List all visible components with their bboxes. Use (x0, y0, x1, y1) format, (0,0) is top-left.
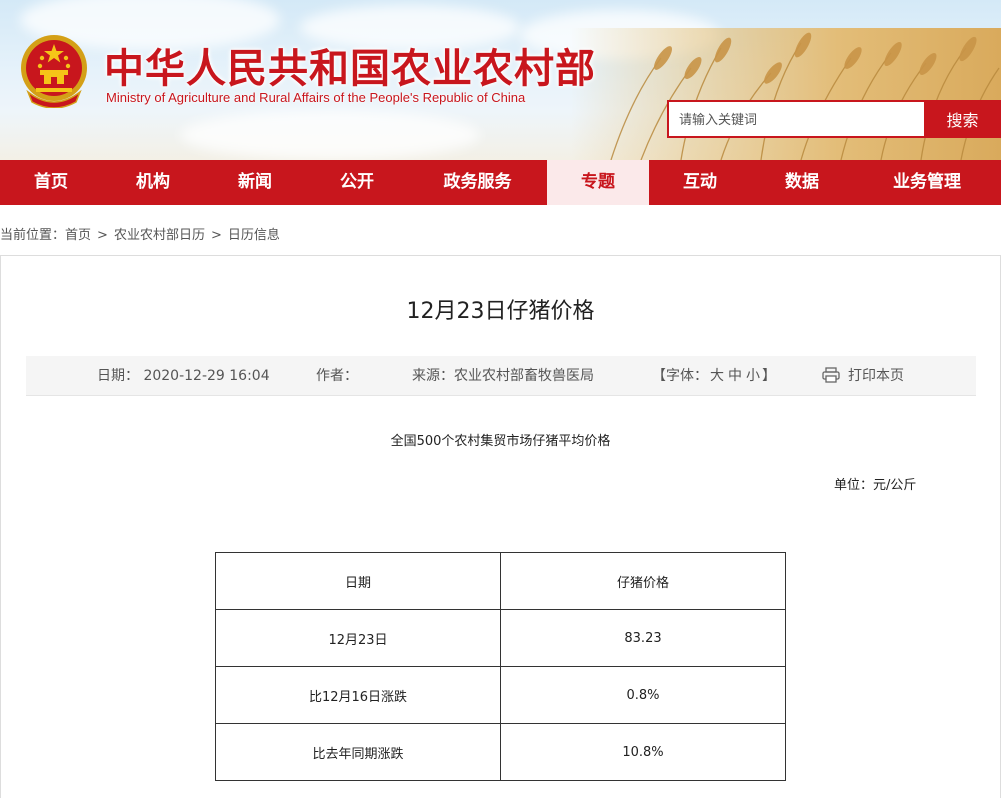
nav-item-business-management[interactable]: 业务管理 (853, 160, 1001, 205)
table-header-cell: 仔猪价格 (500, 552, 786, 610)
table-caption: 全国500个农村集贸市场仔猪平均价格 (390, 434, 611, 449)
font-size-suffix: 】 (762, 368, 776, 384)
print-page-label: 打印本页 (848, 368, 904, 384)
table-cell: 83.23 (500, 609, 786, 667)
font-size-control: 【字体：大中小】 (652, 356, 776, 396)
search-input[interactable] (667, 100, 924, 138)
print-page-button[interactable]: 打印本页 (822, 356, 904, 396)
table-row: 比12月16日涨跌 0.8% (215, 666, 786, 724)
table-row: 12月23日 83.23 (215, 609, 786, 667)
table-cell: 0.8% (500, 666, 786, 724)
nav-item-interaction[interactable]: 互动 (649, 160, 751, 205)
meta-source: 来源：农业农村部畜牧兽医局 (412, 356, 594, 396)
nav-item-topics[interactable]: 专题 (547, 160, 649, 205)
meta-date-label: 日期： (97, 368, 139, 384)
table-cell: 比12月16日涨跌 (215, 666, 501, 724)
nav-item-data[interactable]: 数据 (751, 160, 853, 205)
header-banner: 中华人民共和国农业农村部 Ministry of Agriculture and… (0, 0, 1001, 160)
unit-note: 单位：元/公斤 (834, 478, 917, 493)
search-button[interactable]: 搜索 (924, 100, 1001, 138)
article-title: 12月23日仔猪价格 (406, 299, 595, 324)
wheat-field-image (571, 28, 1001, 160)
table-cell: 12月23日 (215, 609, 501, 667)
font-size-prefix: 【字体： (652, 368, 708, 384)
meta-date-value: 2020-12-29 16:04 (143, 368, 270, 384)
meta-source-label: 来源： (412, 368, 454, 384)
table-row: 比去年同期涨跌 10.8% (215, 723, 786, 781)
meta-date: 日期： 2020-12-29 16:04 (97, 356, 270, 396)
piglet-price-table: 日期 仔猪价格 12月23日 83.23 比12月16日涨跌 0.8% 比去年同… (215, 552, 786, 781)
table-header-row: 日期 仔猪价格 (215, 552, 786, 610)
nav-item-news[interactable]: 新闻 (204, 160, 306, 205)
breadcrumb-separator: > (97, 228, 108, 243)
breadcrumb-prefix: 当前位置： (0, 228, 66, 243)
table-cell: 比去年同期涨跌 (215, 723, 501, 781)
breadcrumb-link-home[interactable]: 首页 (65, 228, 91, 243)
meta-author: 作者： (316, 356, 358, 396)
wheat-stalks-graphic (610, 32, 1000, 160)
site-title[interactable]: 中华人民共和国农业农村部 (104, 36, 596, 92)
font-size-large-button[interactable]: 大 (710, 368, 724, 384)
nav-item-home[interactable]: 首页 (0, 160, 102, 205)
main-nav: 首页 机构 新闻 公开 政务服务 专题 互动 数据 业务管理 (0, 160, 1001, 205)
breadcrumb-separator: > (210, 228, 222, 243)
nav-item-organization[interactable]: 机构 (102, 160, 204, 205)
national-emblem-icon (21, 35, 87, 108)
meta-author-label: 作者： (316, 368, 358, 384)
breadcrumb-link-calendar[interactable]: 农业农村部日历 (114, 228, 205, 243)
breadcrumb-link-calendar-info[interactable]: 日历信息 (228, 228, 280, 243)
nav-item-gov-services[interactable]: 政务服务 (408, 160, 547, 205)
printer-icon (822, 366, 840, 383)
table-header-cell: 日期 (215, 552, 501, 610)
font-size-small-button[interactable]: 小 (746, 368, 760, 384)
site-title-english: Ministry of Agriculture and Rural Affair… (106, 90, 526, 105)
table-cell: 10.8% (500, 723, 786, 781)
breadcrumb: 当前位置：首页 > 农业农村部日历 > 日历信息 (0, 226, 280, 246)
article-meta-bar: 日期： 2020-12-29 16:04 作者： 来源：农业农村部畜牧兽医局 【… (26, 356, 976, 396)
meta-source-value: 农业农村部畜牧兽医局 (454, 368, 594, 384)
nav-item-disclosure[interactable]: 公开 (306, 160, 408, 205)
cloud-decoration (180, 110, 480, 160)
font-size-medium-button[interactable]: 中 (728, 368, 742, 384)
